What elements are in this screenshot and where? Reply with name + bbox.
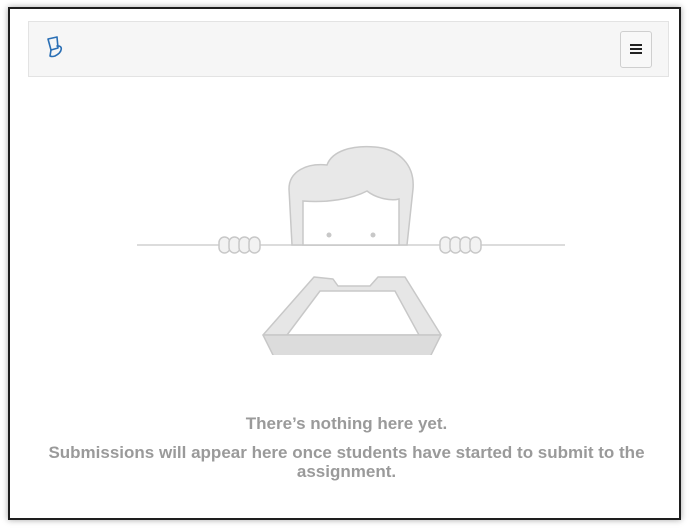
hamburger-menu-icon (630, 41, 642, 59)
empty-state-description: Submissions will appear here once studen… (48, 443, 645, 481)
top-navigation-bar (28, 21, 669, 77)
empty-state-title: There’s nothing here yet. (245, 414, 448, 433)
app-window: There’s nothing here yet. Submissions wi… (8, 7, 681, 520)
empty-state-illustration (137, 143, 567, 360)
canvas-teacher-logo-icon[interactable] (42, 34, 68, 60)
menu-button[interactable] (620, 31, 652, 68)
